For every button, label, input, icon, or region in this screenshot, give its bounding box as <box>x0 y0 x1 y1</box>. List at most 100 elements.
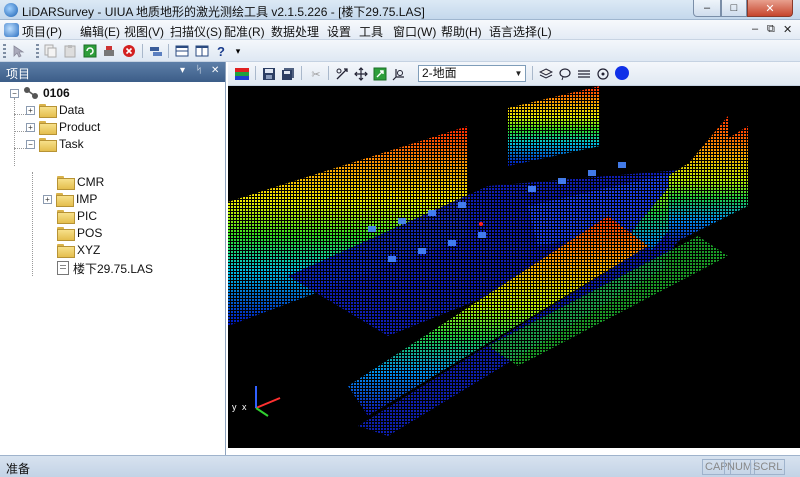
panel-close-icon[interactable]: ✕ <box>211 65 219 76</box>
axis-triad: y x <box>232 386 281 417</box>
tree-item-las-file[interactable]: 楼下29.75.LAS <box>57 260 153 276</box>
layers-icon[interactable] <box>148 43 164 59</box>
pan-icon[interactable] <box>353 66 369 82</box>
project-panel-header: 项目 ▾ ᛋ ✕ <box>0 62 225 82</box>
close-button[interactable]: ✕ <box>747 0 793 17</box>
maximize-button[interactable]: □ <box>721 0 747 17</box>
tree-item-task[interactable]: − Task <box>26 136 84 152</box>
panel-pin-icon[interactable]: ᛋ <box>196 65 202 76</box>
tree-item-pic[interactable]: PIC <box>57 208 97 224</box>
pointer-icon[interactable] <box>10 43 26 59</box>
tree-root[interactable]: − 0106 <box>10 85 70 101</box>
menu-edit[interactable]: 编辑(E) <box>80 23 120 40</box>
folder-icon <box>56 193 74 207</box>
minimize-button[interactable]: – <box>693 0 721 17</box>
target-icon[interactable] <box>595 66 611 82</box>
menu-bar: 项目(P) 编辑(E) 视图(V) 扫描仪(S) 配准(R) 数据处理 设置 工… <box>0 20 800 40</box>
tree-item-pos[interactable]: POS <box>57 225 102 241</box>
menu-window[interactable]: 窗口(W) <box>393 23 436 40</box>
color-ramp-icon[interactable] <box>234 66 250 82</box>
project-panel-title: 项目 <box>6 67 31 81</box>
title-bar: LiDARSurvey - UIUA 地质地形的激光测绘工具 v2.1.5.22… <box>0 0 800 20</box>
expand-icon[interactable]: + <box>26 122 35 132</box>
split-vertical-icon[interactable] <box>194 43 210 59</box>
axis-view-icon[interactable] <box>391 66 407 82</box>
status-text: 准备 <box>6 462 31 476</box>
menu-registration[interactable]: 配准(R) <box>224 23 265 40</box>
collapse-icon[interactable]: − <box>10 88 19 98</box>
tree-item-data[interactable]: + Data <box>26 102 84 118</box>
tree-item-label: IMP <box>76 192 98 206</box>
tree-item-label: Product <box>59 120 101 134</box>
collapse-icon[interactable]: − <box>26 139 35 149</box>
zoom-fit-icon[interactable] <box>372 66 388 82</box>
point-cloud-render[interactable]: y x <box>228 86 800 448</box>
view-toolbar: ✂ 2-地面 ▼ <box>228 62 800 86</box>
axis-label-x: x <box>242 402 247 412</box>
tree-item-xyz[interactable]: XYZ <box>57 242 100 258</box>
layer-select-value: 2-地面 <box>422 66 457 80</box>
cut-icon[interactable]: ✂ <box>308 66 324 82</box>
menu-data-processing[interactable]: 数据处理 <box>271 23 319 40</box>
scan-wall <box>508 86 600 166</box>
tree-item-label: Task <box>59 137 84 151</box>
window-title: LiDARSurvey - UIUA 地质地形的激光测绘工具 v2.1.5.22… <box>22 5 425 19</box>
toolbar-grip[interactable] <box>3 44 6 58</box>
tree-item-imp[interactable]: + IMP <box>43 191 97 207</box>
refresh-icon[interactable] <box>82 43 98 59</box>
toolbar-overflow-icon[interactable]: ▾ <box>230 43 246 59</box>
project-tree: − 0106 + Data + Product − Task CMR + IMP <box>0 82 225 455</box>
menu-language[interactable]: 语言选择(L) <box>489 23 552 40</box>
axis-label-y: y <box>232 402 237 412</box>
mdi-close-button[interactable]: ✕ <box>783 23 792 36</box>
save-all-icon[interactable] <box>280 66 296 82</box>
mdi-minimize-button[interactable]: – <box>752 23 758 35</box>
layer-stack-icon[interactable] <box>538 66 554 82</box>
layer-select[interactable]: 2-地面 ▼ <box>418 65 526 82</box>
copy-icon[interactable] <box>42 43 58 59</box>
menu-settings[interactable]: 设置 <box>327 23 351 40</box>
tree-item-label: XYZ <box>77 243 101 257</box>
tree-item-label: PIC <box>77 209 98 223</box>
scanner-icon[interactable] <box>101 43 117 59</box>
expand-icon[interactable]: + <box>26 105 35 115</box>
rotate-icon[interactable] <box>334 66 350 82</box>
mdi-restore-button[interactable]: ⧉ <box>767 23 775 36</box>
app-icon <box>4 3 18 17</box>
lines-icon[interactable] <box>576 66 592 82</box>
toolbar-grip[interactable] <box>36 44 39 58</box>
folder-icon <box>57 210 75 224</box>
menu-scanner[interactable]: 扫描仪(S) <box>170 23 222 40</box>
tree-root-label: 0106 <box>43 86 70 100</box>
point-cloud-viewport[interactable]: y x <box>228 86 800 448</box>
scan-marker <box>479 222 483 226</box>
folder-icon <box>39 104 57 118</box>
paste-icon[interactable] <box>62 43 78 59</box>
split-horizontal-icon[interactable] <box>174 43 190 59</box>
point-color-icon[interactable] <box>614 65 630 81</box>
document-icon[interactable] <box>4 23 19 37</box>
panel-dropdown-icon[interactable]: ▾ <box>180 65 185 76</box>
save-icon[interactable] <box>261 66 277 82</box>
tree-item-label: POS <box>77 226 103 240</box>
menu-help[interactable]: 帮助(H) <box>441 23 482 40</box>
scroll-indicator: SCRL <box>750 459 786 475</box>
help-icon[interactable]: ? <box>213 43 229 59</box>
tree-item-label: 楼下29.75.LAS <box>73 261 154 276</box>
lasso-icon[interactable] <box>557 66 573 82</box>
project-panel: 项目 ▾ ᛋ ✕ − 0106 + Data + Product − Task <box>0 62 226 455</box>
menu-tools[interactable]: 工具 <box>359 23 383 40</box>
stop-icon[interactable] <box>121 43 137 59</box>
expand-icon[interactable]: + <box>43 194 52 204</box>
status-bar: 准备 CAP NUM SCRL <box>0 455 800 477</box>
tree-item-product[interactable]: + Product <box>26 119 100 135</box>
folder-icon <box>57 244 75 258</box>
menu-project[interactable]: 项目(P) <box>22 23 62 40</box>
chevron-down-icon[interactable]: ▼ <box>512 66 525 81</box>
folder-icon <box>57 176 75 190</box>
tree-item-label: Data <box>59 103 85 117</box>
menu-view[interactable]: 视图(V) <box>124 23 164 40</box>
file-icon <box>57 261 69 275</box>
tree-item-cmr[interactable]: CMR <box>57 174 104 190</box>
main-toolbar: ? ▾ <box>0 40 800 62</box>
